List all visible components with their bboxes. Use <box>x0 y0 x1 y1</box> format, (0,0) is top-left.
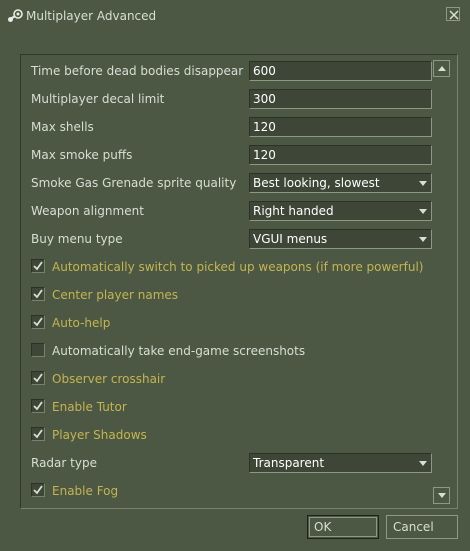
window-title: Multiplayer Advanced <box>26 9 157 23</box>
setting-row-weapon-alignment: Weapon alignment Right handed <box>31 201 432 221</box>
text-field[interactable]: 600 <box>249 61 432 81</box>
checkbox[interactable] <box>31 259 45 273</box>
scroll-down-button[interactable] <box>433 487 450 504</box>
scroll-track[interactable] <box>433 78 450 486</box>
cancel-button[interactable]: Cancel <box>386 515 458 539</box>
close-icon <box>449 10 459 20</box>
setting-row-center-player-names[interactable]: Center player names <box>31 285 431 305</box>
checkmark-icon <box>33 485 43 495</box>
checkbox-label[interactable]: Auto-help <box>52 316 110 330</box>
chevron-down-icon[interactable] <box>419 237 427 242</box>
steam-icon <box>7 9 23 23</box>
checkmark-icon <box>33 429 43 439</box>
field-value: Best looking, slowest <box>253 176 380 190</box>
checkmark-icon <box>33 261 43 271</box>
field-value: 120 <box>253 120 276 134</box>
setting-row-smoke-gas-grenade-sprite-quality: Smoke Gas Grenade sprite quality Best loo… <box>31 173 432 193</box>
chevron-down-icon[interactable] <box>419 209 427 214</box>
setting-row-max-shells: Max shells 120 <box>31 117 432 137</box>
checkmark-icon <box>33 401 43 411</box>
checkbox-label[interactable]: Center player names <box>52 288 178 302</box>
checkbox[interactable] <box>31 287 45 301</box>
setting-row-enable-fog[interactable]: Enable Fog <box>31 481 431 501</box>
field-value: VGUI menus <box>253 232 328 246</box>
setting-label: Max shells <box>31 120 94 134</box>
checkbox[interactable] <box>31 483 45 497</box>
setting-row-auto-help[interactable]: Auto-help <box>31 313 431 333</box>
arrow-up-icon <box>438 66 446 71</box>
dropdown-select[interactable]: Right handed <box>249 201 432 221</box>
checkbox[interactable] <box>31 371 45 385</box>
setting-row-multiplayer-decal-limit: Multiplayer decal limit 300 <box>31 89 432 109</box>
setting-row-automatically-take-end-game-screenshots[interactable]: Automatically take end-game screenshots <box>31 341 431 361</box>
close-button[interactable] <box>446 7 460 21</box>
setting-row-enable-tutor[interactable]: Enable Tutor <box>31 397 431 417</box>
field-value: 120 <box>253 148 276 162</box>
checkbox[interactable] <box>31 399 45 413</box>
checkmark-icon <box>33 289 43 299</box>
field-value: 600 <box>253 64 276 78</box>
checkbox-label[interactable]: Enable Fog <box>52 484 118 498</box>
cancel-button-label: Cancel <box>393 520 434 534</box>
setting-label: Weapon alignment <box>31 204 144 218</box>
field-value: Transparent <box>253 456 325 470</box>
setting-label: Max smoke puffs <box>31 148 133 162</box>
title-bar[interactable]: Multiplayer Advanced <box>0 0 470 34</box>
checkbox[interactable] <box>31 315 45 329</box>
field-value: Right handed <box>253 204 334 218</box>
checkbox-label[interactable]: Player Shadows <box>52 428 147 442</box>
setting-row-observer-crosshair[interactable]: Observer crosshair <box>31 369 431 389</box>
setting-label: Multiplayer decal limit <box>31 92 165 106</box>
text-field[interactable]: 120 <box>249 117 432 137</box>
setting-row-player-shadows[interactable]: Player Shadows <box>31 425 431 445</box>
field-value: 300 <box>253 92 276 106</box>
checkbox-label[interactable]: Observer crosshair <box>52 372 165 386</box>
setting-row-max-smoke-puffs: Max smoke puffs 120 <box>31 145 432 165</box>
checkbox-label[interactable]: Enable Tutor <box>52 400 127 414</box>
settings-panel: Time before dead bodies disappear 600 Mult… <box>20 54 458 509</box>
ok-button-label: OK <box>314 520 332 534</box>
setting-label: Time before dead bodies disappear <box>31 64 244 78</box>
text-field[interactable]: 120 <box>249 145 432 165</box>
setting-label: Radar type <box>31 456 97 470</box>
arrow-down-icon <box>438 493 446 498</box>
scrollbar[interactable] <box>433 60 451 504</box>
dropdown-select[interactable]: Transparent <box>249 453 432 473</box>
ok-button[interactable]: OK <box>307 515 379 539</box>
setting-row-buy-menu-type: Buy menu type VGUI menus <box>31 229 432 249</box>
checkbox[interactable] <box>31 343 45 357</box>
setting-label: Smoke Gas Grenade sprite quality <box>31 176 237 190</box>
chevron-down-icon[interactable] <box>419 461 427 466</box>
checkmark-icon <box>33 373 43 383</box>
setting-row-radar-type: Radar type Transparent <box>31 453 432 473</box>
setting-row-time-before-dead-bodies-disappear: Time before dead bodies disappear 600 <box>31 61 432 81</box>
scroll-up-button[interactable] <box>433 60 450 77</box>
checkbox[interactable] <box>31 427 45 441</box>
text-field[interactable]: 300 <box>249 89 432 109</box>
setting-label: Buy menu type <box>31 232 123 246</box>
dropdown-select[interactable]: VGUI menus <box>249 229 432 249</box>
chevron-down-icon[interactable] <box>419 181 427 186</box>
checkmark-icon <box>33 317 43 327</box>
checkbox-label[interactable]: Automatically take end-game screenshots <box>52 344 305 358</box>
dropdown-select[interactable]: Best looking, slowest <box>249 173 432 193</box>
checkbox-label[interactable]: Automatically switch to picked up weapon… <box>52 260 423 274</box>
setting-row-automatically-switch-to-picked-up-weapons-if-more-powerful[interactable]: Automatically switch to picked up weapon… <box>31 257 431 277</box>
